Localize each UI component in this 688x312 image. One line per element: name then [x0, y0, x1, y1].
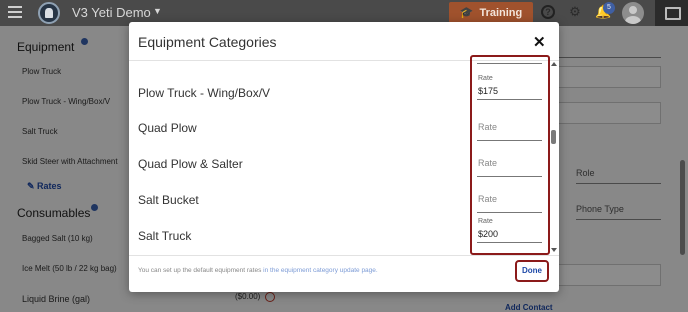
training-button[interactable]: 🎓 Training — [449, 2, 533, 23]
modal-title: Equipment Categories — [138, 34, 277, 50]
category-name: Quad Plow — [138, 121, 197, 135]
done-button[interactable]: Done — [519, 264, 545, 278]
footer-text: You can set up the default equipment rat… — [138, 267, 264, 274]
category-name: Salt Truck — [138, 229, 192, 243]
scroll-down-icon[interactable] — [551, 248, 557, 252]
divider — [129, 255, 559, 256]
footer-note: You can set up the default equipment rat… — [138, 267, 378, 274]
rates-highlight-box — [470, 55, 550, 255]
category-name: Plow Truck - Wing/Box/V — [138, 86, 271, 100]
training-label: Training — [479, 6, 523, 19]
gear-icon[interactable]: ⚙ — [568, 5, 582, 19]
avatar[interactable] — [622, 2, 644, 24]
graduation-cap-icon: 🎓 — [459, 7, 474, 19]
help-icon[interactable]: ? — [541, 5, 555, 19]
company-logo[interactable] — [38, 2, 60, 24]
chat-icon[interactable] — [655, 0, 688, 26]
notification-badge: 5 — [603, 2, 615, 14]
chevron-down-icon[interactable]: ▼ — [153, 6, 162, 16]
equipment-categories-modal: Equipment Categories ✕ Plow Truck - Wing… — [129, 22, 559, 292]
close-icon[interactable]: ✕ — [533, 33, 546, 51]
scroll-up-icon[interactable] — [551, 62, 557, 66]
category-name: Salt Bucket — [138, 193, 199, 207]
hamburger-menu-icon[interactable] — [8, 6, 22, 18]
app-title[interactable]: V3 Yeti Demo — [72, 5, 151, 20]
equipment-category-update-link[interactable]: in the equipment category update page. — [263, 267, 378, 274]
modal-scrollbar[interactable] — [550, 60, 559, 256]
category-name: Quad Plow & Salter — [138, 157, 243, 171]
scroll-thumb[interactable] — [551, 130, 556, 144]
